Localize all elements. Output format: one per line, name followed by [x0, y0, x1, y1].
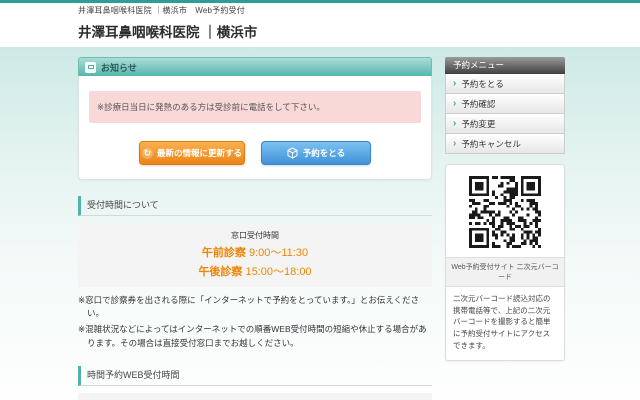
refresh-button[interactable]: ↻ 最新の情報に更新する	[139, 141, 245, 165]
notice-section-header: お知らせ	[78, 57, 432, 76]
menu-item-label: 予約キャンセル	[461, 138, 521, 150]
pm-hours: 午後診察 15:00～18:00	[82, 263, 428, 279]
web-hours-box: WEB受付時間 24時間受付	[78, 393, 432, 400]
notice-section-title: お知らせ	[101, 61, 137, 74]
refresh-button-label: 最新の情報に更新する	[157, 147, 242, 159]
am-hours: 午前診察 9:00～11:30	[82, 244, 428, 260]
sidebar: 予約メニュー › 予約をとる › 予約確認 › 予約変更 › 予約キャンセル	[445, 57, 565, 361]
notice-bubble-icon	[85, 62, 96, 73]
breadcrumb: 井澤耳鼻咽喉科医院 ｜横浜市 Web予約受付	[78, 5, 640, 16]
menu-item-change-reservation[interactable]: › 予約変更	[445, 114, 565, 134]
page: 井澤耳鼻咽喉科医院 ｜横浜市 Web予約受付 井澤耳鼻咽喉科医院 ｜横浜市 お知…	[0, 0, 640, 400]
window-hours-box: 窓口受付時間 午前診察 9:00～11:30 午後診察 15:00～18:00	[78, 223, 432, 287]
am-label: 午前診察	[202, 247, 246, 259]
menu-item-take-reservation[interactable]: › 予約をとる	[445, 74, 565, 94]
menu-item-label: 予約をとる	[461, 78, 504, 90]
cube-icon	[287, 147, 298, 159]
action-buttons-row: ↻ 最新の情報に更新する 予約をとる	[89, 141, 421, 165]
qr-card: Web予約受付サイト 二次元バーコード 二次元バーコード読込対応の携帯電話等で、…	[445, 164, 565, 361]
qr-caption: Web予約受付サイト 二次元バーコード	[446, 257, 564, 287]
chevron-right-icon: ›	[453, 79, 456, 89]
chevron-right-icon: ›	[453, 139, 456, 149]
notice-card: ※診療日当日に発熱のある方は受診前に電話をして下さい。 ↻ 最新の情報に更新する…	[78, 76, 432, 180]
reception-note-1: ※窓口で診察券を出される際に「インターネットで予約をとっています。」とお伝えくだ…	[78, 294, 432, 320]
main-area: お知らせ ※診療日当日に発熱のある方は受診前に電話をして下さい。 ↻ 最新の情報…	[0, 47, 640, 400]
reserve-button[interactable]: 予約をとる	[261, 141, 371, 165]
menu-item-label: 予約変更	[461, 118, 495, 130]
qr-description: 二次元バーコード読込対応の携帯電話等で、上記の二次元バーコードを撮影すると簡単に…	[446, 287, 564, 360]
chevron-right-icon: ›	[453, 119, 456, 129]
content-column: お知らせ ※診療日当日に発熱のある方は受診前に電話をして下さい。 ↻ 最新の情報…	[78, 57, 432, 400]
qr-code	[446, 165, 564, 257]
fever-alert-message: ※診療日当日に発熱のある方は受診前に電話をして下さい。	[89, 91, 421, 123]
menu-item-confirm-reservation[interactable]: › 予約確認	[445, 94, 565, 114]
menu-item-cancel-reservation[interactable]: › 予約キャンセル	[445, 134, 565, 154]
menu-item-label: 予約確認	[461, 98, 495, 110]
chevron-right-icon: ›	[453, 99, 456, 109]
window-hours-label: 窓口受付時間	[82, 230, 428, 241]
reserve-button-label: 予約をとる	[303, 147, 346, 159]
refresh-icon: ↻	[142, 148, 153, 159]
web-hours-heading: 時間予約WEB受付時間	[78, 366, 432, 386]
site-header: 井澤耳鼻咽喉科医院 ｜横浜市 Web予約受付 井澤耳鼻咽喉科医院 ｜横浜市	[0, 3, 640, 47]
reception-notes: ※窓口で診察券を出される際に「インターネットで予約をとっています。」とお伝えくだ…	[78, 294, 432, 350]
reservation-menu-header: 予約メニュー	[445, 57, 565, 74]
pm-time: 15:00～18:00	[246, 266, 312, 278]
page-title: 井澤耳鼻咽喉科医院 ｜横浜市	[78, 21, 640, 41]
reception-note-2: ※混雑状況などによってはインターネットでの順番WEB受付時間の短縮や休止する場合…	[78, 323, 432, 349]
reception-hours-heading: 受付時間について	[78, 196, 432, 216]
am-time: 9:00～11:30	[249, 247, 308, 259]
pm-label: 午後診察	[198, 266, 242, 278]
